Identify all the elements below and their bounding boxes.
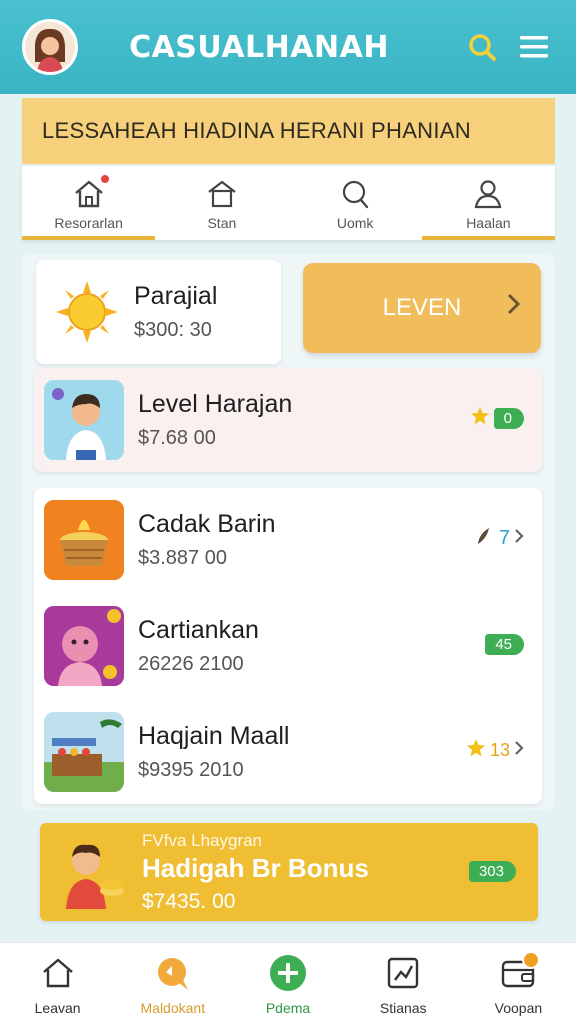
star-icon xyxy=(470,406,490,431)
list-item[interactable]: Cadak Barin $3.887 00 7 xyxy=(34,488,542,592)
plus-circle-icon xyxy=(268,952,308,994)
badge-value: 13 xyxy=(489,739,510,760)
item-price: 26226 2100 xyxy=(138,653,244,675)
badge-value: 7 xyxy=(498,526,510,549)
nav-maldokant[interactable]: Maldokant xyxy=(115,943,230,1024)
person-icon xyxy=(472,175,504,209)
notification-dot xyxy=(98,173,111,185)
tab-stan[interactable]: Stan xyxy=(155,166,288,240)
character-thumbnail xyxy=(44,606,124,686)
tab-uomk[interactable]: Uomk xyxy=(289,166,422,240)
bonus-badge: 303 xyxy=(468,859,516,883)
chat-icon xyxy=(154,952,192,994)
tab-label: Uomk xyxy=(336,215,374,231)
item-title: Parajial xyxy=(134,282,218,310)
feather-icon xyxy=(475,526,495,551)
item-badge: 7 xyxy=(475,526,524,550)
character-thumbnail xyxy=(56,835,130,909)
item-badge: 13 xyxy=(466,738,524,762)
house-icon xyxy=(41,952,75,994)
bonus-card[interactable]: FVfva Lhaygran Hadigah Br Bonus $7435. 0… xyxy=(40,823,538,921)
star-icon xyxy=(466,738,486,763)
featured-card[interactable]: Parajial $300: 30 xyxy=(36,260,281,364)
nav-voopan[interactable]: Voopan xyxy=(461,943,576,1024)
list-item[interactable]: Haqjain Maall $9395 2010 13 xyxy=(34,700,542,804)
item-badge: 45 xyxy=(485,632,524,656)
nav-label: Leavan xyxy=(34,999,81,1016)
leven-button-label: LEVEN xyxy=(382,294,462,321)
search-icon[interactable] xyxy=(462,27,502,67)
item-title: Cartiankan xyxy=(138,616,259,644)
chevron-right-icon[interactable] xyxy=(514,528,524,549)
promo-banner: LESSAHEAH HIADINA HERANI PHANIAN xyxy=(22,98,555,164)
leven-button[interactable]: LEVEN xyxy=(303,263,541,353)
app-header: CASUALHANAH xyxy=(0,0,576,94)
tab-bar: Resorarlan Stan Uomk Haalan xyxy=(22,166,556,240)
character-thumbnail xyxy=(44,380,124,460)
list-item[interactable]: Level Harajan $7.68 00 0 xyxy=(34,368,542,472)
market-stall-thumbnail xyxy=(44,712,124,792)
nav-label: Voopan xyxy=(494,999,543,1016)
badge-value: 0 xyxy=(493,407,524,429)
list-group-card: Cadak Barin $3.887 00 7 Cartiankan 26226… xyxy=(34,488,542,804)
hamburger-menu-icon[interactable] xyxy=(514,27,554,67)
chevron-right-icon[interactable] xyxy=(514,740,524,761)
chevron-right-icon xyxy=(507,293,521,322)
nav-label: Pdema xyxy=(265,999,311,1016)
app-title: CASUALHANAH xyxy=(129,29,389,65)
item-badge: 0 xyxy=(470,406,524,430)
nav-pdema[interactable]: Pdema xyxy=(230,943,345,1024)
bonus-subtitle: FVfva Lhaygran xyxy=(142,830,263,850)
house-outline-icon xyxy=(206,175,238,209)
tab-label: Haalan xyxy=(466,215,511,231)
tab-haalan[interactable]: Haalan xyxy=(421,166,556,240)
tab-label: Resorarlan xyxy=(54,215,123,231)
nav-label: Stianas xyxy=(379,999,427,1016)
nav-leavan[interactable]: Leavan xyxy=(0,943,115,1024)
bottom-nav: Leavan Maldokant Pdema Stianas Voopan xyxy=(0,942,576,1024)
house-icon xyxy=(73,173,111,209)
item-price: $300: 30 xyxy=(134,319,212,341)
nav-label: Maldokant xyxy=(140,999,206,1016)
badge-value: 303 xyxy=(468,860,516,882)
badge-value: 45 xyxy=(485,633,524,655)
list-item[interactable]: Cartiankan 26226 2100 45 xyxy=(34,594,542,698)
tab-label: Stan xyxy=(207,215,237,231)
tab-resorarlan[interactable]: Resorarlan xyxy=(22,166,156,240)
basket-thumbnail xyxy=(44,500,124,580)
search-icon xyxy=(339,175,371,209)
stats-icon xyxy=(386,952,420,994)
nav-stianas[interactable]: Stianas xyxy=(346,943,461,1024)
list-item-card[interactable]: Level Harajan $7.68 00 0 xyxy=(34,368,542,472)
notification-dot xyxy=(522,951,541,969)
sun-icon xyxy=(54,279,120,345)
bonus-price: $7435. 00 xyxy=(142,889,236,913)
